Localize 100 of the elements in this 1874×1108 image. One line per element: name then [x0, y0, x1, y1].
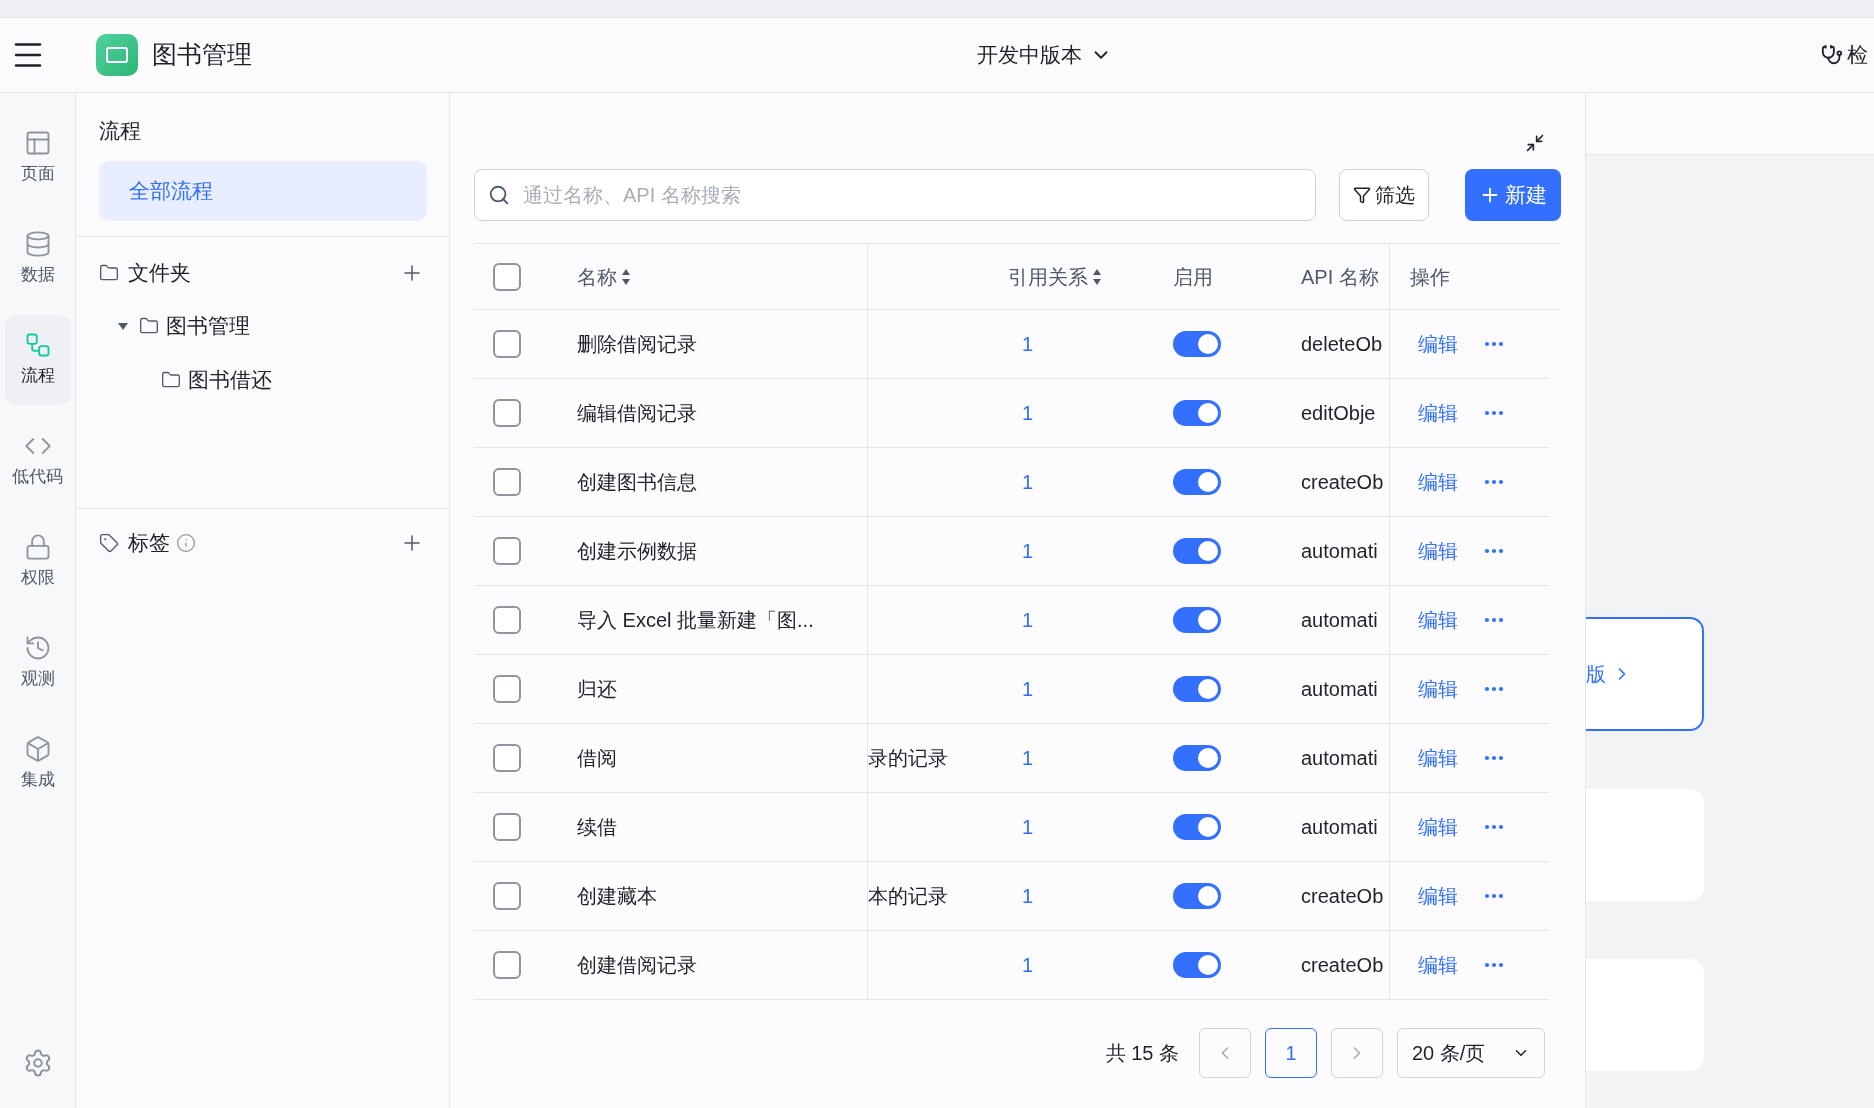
reference-count-link[interactable]: 1 — [1022, 747, 1034, 769]
page-size-select[interactable]: 20 条/页 — [1397, 1028, 1545, 1078]
edit-link[interactable]: 编辑 — [1418, 743, 1458, 773]
reference-count-link[interactable]: 1 — [1022, 816, 1034, 838]
nav-rail-item[interactable]: 权限 — [4, 517, 71, 607]
nav-rail-item[interactable]: 数据 — [4, 214, 71, 304]
toggle-switch[interactable] — [1173, 952, 1221, 978]
total-count: 共 15 条 — [1105, 1041, 1179, 1066]
page-button[interactable]: 1 — [1265, 1028, 1317, 1078]
edit-link[interactable]: 编辑 — [1418, 950, 1458, 980]
table-cell-text: automati — [1301, 539, 1378, 564]
reference-count-link[interactable]: 1 — [1022, 885, 1034, 907]
search-field[interactable]: 通过名称、API 名称搜索 — [474, 169, 1316, 221]
table-cell-text: createOb — [1301, 953, 1384, 978]
reference-count-link[interactable]: 1 — [1022, 609, 1034, 631]
checkbox[interactable] — [493, 951, 521, 979]
table-cell-text: 创建图书信息 — [577, 470, 697, 495]
search-icon — [488, 184, 510, 206]
card-link[interactable]: 版 — [1586, 659, 1606, 689]
table-cell-text: createOb — [1301, 470, 1384, 495]
reference-count-link[interactable]: 1 — [1022, 678, 1034, 700]
table-cell-text: 编辑借阅记录 — [577, 401, 697, 426]
toggle-switch[interactable] — [1173, 814, 1221, 840]
checkbox[interactable] — [493, 330, 521, 358]
edit-link[interactable]: 编辑 — [1418, 467, 1458, 497]
folders-title: 文件夹 — [128, 260, 191, 287]
column-header: API 名称 — [1301, 264, 1379, 290]
table-cell-text: automati — [1301, 677, 1378, 702]
edit-link[interactable]: 编辑 — [1418, 536, 1458, 566]
table-cell-text: 导入 Excel 批量新建「图... — [577, 608, 814, 633]
folder-icon — [161, 370, 181, 390]
nav-rail-item[interactable]: 集成 — [4, 719, 71, 809]
table-cell-text: 续借 — [577, 815, 617, 840]
toggle-switch[interactable] — [1173, 538, 1221, 564]
table-cell-text: 删除借阅记录 — [577, 332, 697, 357]
edit-link[interactable]: 编辑 — [1418, 398, 1458, 428]
template-card[interactable]: 版 — [1586, 617, 1704, 731]
reference-count-link[interactable]: 1 — [1022, 333, 1034, 355]
checkbox[interactable] — [493, 675, 521, 703]
checkbox[interactable] — [493, 537, 521, 565]
checkbox[interactable] — [493, 399, 521, 427]
reference-count-link[interactable]: 1 — [1022, 402, 1034, 424]
table-cell-text: automati — [1301, 608, 1378, 633]
toggle-switch[interactable] — [1173, 676, 1221, 702]
checkbox[interactable] — [493, 882, 521, 910]
edit-link[interactable]: 编辑 — [1418, 812, 1458, 842]
all-flows-item[interactable]: 全部流程 — [99, 161, 427, 221]
filter-button[interactable]: 筛选 — [1339, 169, 1429, 221]
sort-icon[interactable] — [1092, 267, 1102, 286]
reference-count-link[interactable]: 1 — [1022, 471, 1034, 493]
checkbox[interactable] — [493, 813, 521, 841]
expand-caret-icon[interactable] — [117, 320, 129, 332]
edit-link[interactable]: 编辑 — [1418, 605, 1458, 635]
checkbox[interactable] — [493, 262, 521, 291]
check-button[interactable]: 检 — [1821, 39, 1868, 71]
app-title: 图书管理 — [152, 39, 252, 71]
checkbox[interactable] — [493, 606, 521, 634]
info-icon[interactable] — [176, 532, 196, 553]
reference-count-link[interactable]: 1 — [1022, 954, 1034, 976]
toggle-switch[interactable] — [1173, 745, 1221, 771]
folder-item[interactable]: 图书管理 — [166, 310, 250, 342]
table-cell-text: deleteOb — [1301, 332, 1383, 357]
toggle-switch[interactable] — [1173, 400, 1221, 426]
table-cell-text: editObje — [1301, 401, 1376, 426]
toggle-switch[interactable] — [1173, 469, 1221, 495]
stethoscope-icon — [1821, 44, 1843, 66]
table-cell-text: 创建示例数据 — [577, 539, 697, 564]
folder-icon — [139, 316, 159, 336]
toggle-switch[interactable] — [1173, 331, 1221, 357]
folder-item[interactable]: 图书借还 — [188, 364, 272, 396]
nav-rail-item[interactable]: 低代码 — [4, 416, 71, 506]
panel-title: 流程 — [99, 118, 142, 145]
filter-icon — [1353, 186, 1371, 204]
table-cell-text: automati — [1301, 746, 1378, 771]
reference-count-link[interactable]: 1 — [1022, 540, 1034, 562]
checkbox[interactable] — [493, 468, 521, 496]
nav-rail-item[interactable]: 观测 — [4, 618, 71, 708]
table-cell-text: 创建借阅记录 — [577, 953, 697, 978]
new-button[interactable]: 新建 — [1465, 169, 1561, 221]
nav-rail-item[interactable]: 流程 — [4, 315, 71, 405]
table-cell-text: 归还 — [577, 677, 617, 702]
nav-rail-item[interactable]: 页面 — [4, 113, 71, 203]
column-header: 操作 — [1410, 265, 1450, 288]
app-logo-icon — [96, 34, 138, 76]
edit-link[interactable]: 编辑 — [1418, 881, 1458, 911]
column-header: 名称 — [577, 264, 617, 290]
table-cell-text: 创建藏本 — [577, 884, 657, 909]
edit-link[interactable]: 编辑 — [1418, 329, 1458, 359]
sort-icon[interactable] — [621, 267, 631, 286]
table-cell: 录的记录 — [868, 747, 948, 769]
table-cell-text: automati — [1301, 815, 1378, 840]
tag-icon — [99, 532, 119, 553]
toggle-switch[interactable] — [1173, 883, 1221, 909]
checkbox[interactable] — [493, 744, 521, 772]
table-cell-text: 借阅 — [577, 746, 617, 771]
version-dropdown[interactable]: 开发中版本 — [977, 39, 1112, 71]
table-cell: 本的记录 — [868, 885, 948, 907]
toggle-switch[interactable] — [1173, 607, 1221, 633]
edit-link[interactable]: 编辑 — [1418, 674, 1458, 704]
collapse-icon[interactable] — [1525, 133, 1545, 153]
